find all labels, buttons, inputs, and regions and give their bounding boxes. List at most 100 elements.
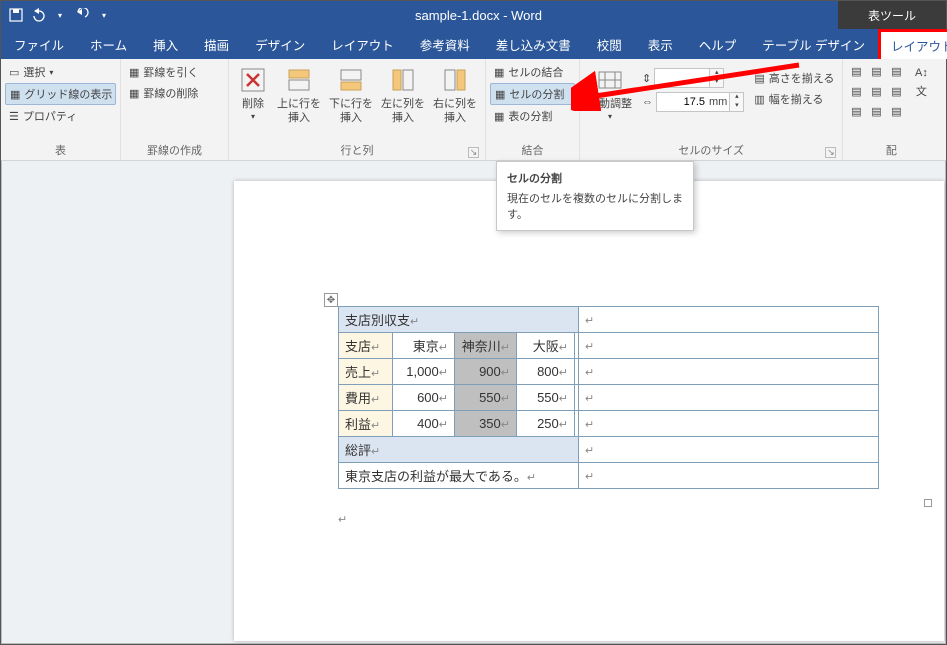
erase-border-button[interactable]: ▦ 罫線の削除 xyxy=(125,83,202,103)
insert-row-above-button[interactable]: 上に行を 挿入 xyxy=(273,62,325,128)
chevron-down-icon: ▾ xyxy=(251,112,255,122)
table-title-cell[interactable]: 支店別収支↵ xyxy=(339,307,579,333)
spin-up-icon[interactable]: ▴ xyxy=(730,93,743,102)
table-row[interactable]: 支店別収支↵ ↵ xyxy=(339,307,879,333)
align-bot-left-button[interactable]: ▤ xyxy=(847,102,865,120)
tab-mailings[interactable]: 差し込み文書 xyxy=(483,29,584,59)
table-cell[interactable]: ↵ xyxy=(579,307,879,333)
table-cell[interactable]: ↵ xyxy=(579,437,879,463)
table-row[interactable]: 東京支店の利益が最大である。↵ ↵ xyxy=(339,463,879,489)
undo-dropdown-icon[interactable]: ▾ xyxy=(51,6,69,24)
insert-col-right-button[interactable]: 右に列を 挿入 xyxy=(429,62,481,128)
row-height-input[interactable]: ▴▾ xyxy=(654,68,724,88)
distribute-rows-button[interactable]: ▤ 高さを揃える xyxy=(750,68,838,88)
align-mid-center-button[interactable]: ▤ xyxy=(867,82,885,100)
tab-table-layout[interactable]: レイアウト xyxy=(878,29,947,59)
page[interactable]: ✥ 支店別収支↵ ↵ 支店↵ 東京↵ 神奈川↵ 大阪↵ ↵ 売上↵ 1,000↵… xyxy=(234,181,944,641)
table-row[interactable]: 支店↵ 東京↵ 神奈川↵ 大阪↵ ↵ xyxy=(339,333,879,359)
document-table[interactable]: 支店別収支↵ ↵ 支店↵ 東京↵ 神奈川↵ 大阪↵ ↵ 売上↵ 1,000↵ 9… xyxy=(338,306,879,489)
table-header-cell[interactable]: 神奈川↵ xyxy=(455,333,517,359)
autofit-button[interactable]: 自動調整 ▾ xyxy=(584,62,636,124)
text-direction-button[interactable]: A↕ 文 xyxy=(907,62,935,102)
tab-references[interactable]: 参考資料 xyxy=(407,29,483,59)
table-cell[interactable]: 550↵ xyxy=(517,385,575,411)
col-width-field[interactable] xyxy=(657,96,707,108)
insert-row-below-button[interactable]: 下に行を 挿入 xyxy=(325,62,377,128)
table-cell[interactable]: 総評↵ xyxy=(339,437,579,463)
dialog-launcher-icon[interactable]: ↘ xyxy=(825,147,836,158)
save-icon[interactable] xyxy=(7,6,25,24)
table-row[interactable]: 売上↵ 1,000↵ 900↵ 800↵ ↵ xyxy=(339,359,879,385)
table-cell[interactable]: 550↵ xyxy=(455,385,517,411)
spin-up-icon[interactable]: ▴ xyxy=(710,69,723,78)
table-row[interactable]: 総評↵ ↵ xyxy=(339,437,879,463)
table-row[interactable]: 利益↵ 400↵ 350↵ 250↵ ↵ xyxy=(339,411,879,437)
delete-label: 削除 xyxy=(242,98,264,112)
draw-border-button[interactable]: ▦ 罫線を引く xyxy=(125,62,202,82)
align-top-left-button[interactable]: ▤ xyxy=(847,62,865,80)
tab-table-design[interactable]: テーブル デザイン xyxy=(749,29,878,59)
properties-button[interactable]: ☰ プロパティ xyxy=(5,106,116,126)
table-cell[interactable]: 350↵ xyxy=(455,411,517,437)
align-mid-right-button[interactable]: ▤ xyxy=(887,82,905,100)
table-move-handle-icon[interactable]: ✥ xyxy=(324,293,338,307)
table-row[interactable]: 費用↵ 600↵ 550↵ 550↵ ↵ xyxy=(339,385,879,411)
align-top-right-button[interactable]: ▤ xyxy=(887,62,905,80)
redo-icon[interactable] xyxy=(73,6,91,24)
table-cell[interactable]: 利益↵ xyxy=(339,411,393,437)
cell-text: 東京支店の利益が最大である。 xyxy=(345,469,527,484)
tab-file[interactable]: ファイル xyxy=(1,29,77,59)
grid-icon: ▦ xyxy=(10,88,20,101)
tab-layout[interactable]: レイアウト xyxy=(318,29,407,59)
col-width-input[interactable]: mm ▴▾ xyxy=(656,92,744,112)
table-cell[interactable]: 1,000↵ xyxy=(393,359,455,385)
select-button[interactable]: ▭ 選択 ▾ xyxy=(5,62,116,82)
insert-right-icon xyxy=(439,64,471,96)
table-cell[interactable]: ↵ xyxy=(579,359,879,385)
tab-draw[interactable]: 描画 xyxy=(191,29,242,59)
tab-review[interactable]: 校閲 xyxy=(584,29,635,59)
merge-cells-button[interactable]: ▦ セルの結合 xyxy=(490,62,575,82)
table-cell[interactable]: ↵ xyxy=(579,333,879,359)
spin-down-icon[interactable]: ▾ xyxy=(710,78,723,87)
erase-border-label: 罫線の削除 xyxy=(143,85,198,101)
table-cell[interactable]: 800↵ xyxy=(517,359,575,385)
table-cell[interactable]: 400↵ xyxy=(393,411,455,437)
qat-customize-icon[interactable]: ▾ xyxy=(95,6,113,24)
table-cell[interactable]: 900↵ xyxy=(455,359,517,385)
table-cell[interactable]: ↵ xyxy=(579,463,879,489)
align-mid-left-button[interactable]: ▤ xyxy=(847,82,865,100)
row-height-field[interactable] xyxy=(655,72,705,84)
table-header-cell[interactable]: 東京↵ xyxy=(393,333,455,359)
dialog-launcher-icon[interactable]: ↘ xyxy=(468,147,479,158)
table-cell[interactable]: 売上↵ xyxy=(339,359,393,385)
spin-down-icon[interactable]: ▾ xyxy=(730,102,743,111)
tab-help[interactable]: ヘルプ xyxy=(686,29,750,59)
table-cell[interactable]: ↵ xyxy=(579,385,879,411)
table-header-cell[interactable]: 大阪↵ xyxy=(517,333,575,359)
undo-icon[interactable] xyxy=(29,6,47,24)
table-cell[interactable]: 250↵ xyxy=(517,411,575,437)
table-cell[interactable]: 600↵ xyxy=(393,385,455,411)
split-cells-button[interactable]: ▦ セルの分割 xyxy=(490,83,575,105)
view-gridlines-button[interactable]: ▦ グリッド線の表示 xyxy=(5,83,116,105)
distribute-rows-label: 高さを揃える xyxy=(769,70,835,86)
tab-home[interactable]: ホーム xyxy=(77,29,140,59)
table-cell[interactable]: 費用↵ xyxy=(339,385,393,411)
distribute-cols-button[interactable]: ▥ 幅を揃える xyxy=(750,89,838,109)
tab-insert[interactable]: 挿入 xyxy=(140,29,191,59)
tab-design[interactable]: デザイン xyxy=(242,29,318,59)
align-bot-right-button[interactable]: ▤ xyxy=(887,102,905,120)
insert-col-left-button[interactable]: 左に列を 挿入 xyxy=(377,62,429,128)
align-top-center-button[interactable]: ▤ xyxy=(867,62,885,80)
table-resize-handle-icon[interactable] xyxy=(924,499,932,507)
delete-button[interactable]: 削除 ▾ xyxy=(233,62,273,124)
table-cell[interactable]: 東京支店の利益が最大である。↵ xyxy=(339,463,579,489)
split-table-button[interactable]: ▦ 表の分割 xyxy=(490,106,575,126)
tab-view[interactable]: 表示 xyxy=(635,29,686,59)
group-table-label: 表 xyxy=(5,140,116,160)
table-cell[interactable]: ↵ xyxy=(579,411,879,437)
table-header-cell[interactable]: 支店↵ xyxy=(339,333,393,359)
cell-text: 350 xyxy=(479,416,501,431)
align-bot-center-button[interactable]: ▤ xyxy=(867,102,885,120)
